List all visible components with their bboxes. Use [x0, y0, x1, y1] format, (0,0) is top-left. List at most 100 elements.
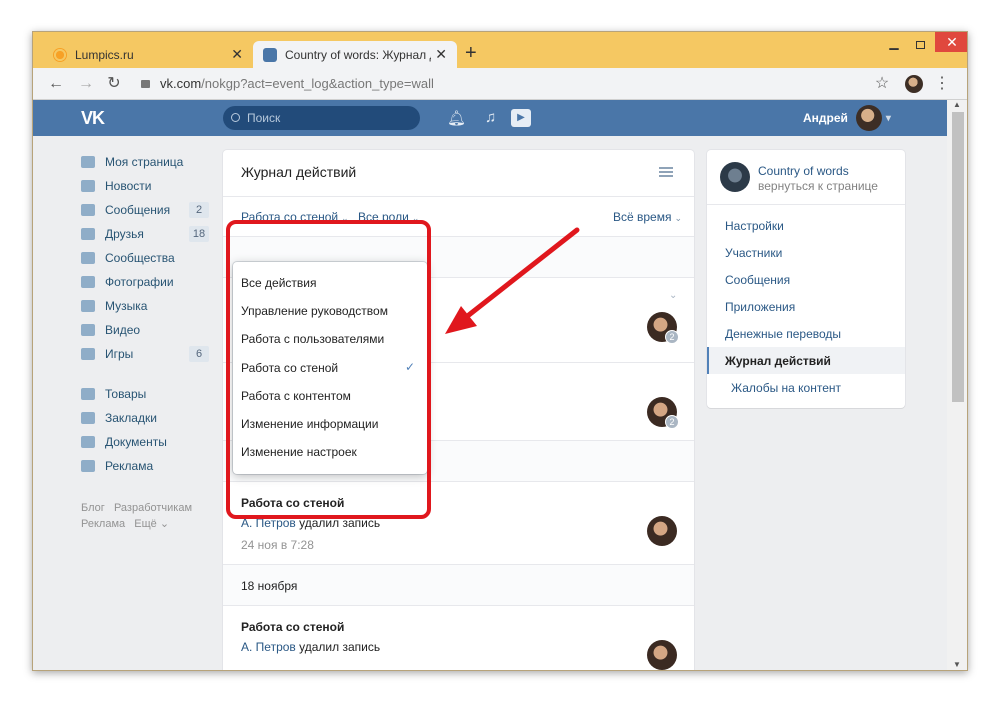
- chevron-down-icon: ⌄: [674, 213, 683, 223]
- dropdown-option[interactable]: Изменение настроек: [233, 437, 427, 465]
- menu-item-news[interactable]: Новости: [81, 174, 211, 198]
- left-menu: Моя страница Новости Сообщения 2 Друзья 18…: [81, 150, 211, 478]
- search-input[interactable]: Поиск: [223, 106, 420, 130]
- entry-user-link[interactable]: А. Петров: [241, 640, 296, 654]
- entry-user-link[interactable]: А. Петров: [241, 516, 296, 530]
- nav-item-messages[interactable]: Сообщения: [707, 266, 905, 293]
- footer-link-developers[interactable]: Разработчикам: [114, 502, 192, 514]
- list-icon[interactable]: [659, 167, 673, 177]
- menu-item-goods[interactable]: Товары: [81, 382, 211, 406]
- option-label: Изменение настроек: [241, 445, 357, 460]
- filter-label: Работа со стеной: [241, 210, 339, 224]
- profile-avatar-icon[interactable]: [903, 73, 925, 95]
- action-type-filter[interactable]: Работа со стеной ⌄: [241, 210, 349, 224]
- avatar[interactable]: [647, 516, 677, 546]
- nav-item-content-reports[interactable]: Жалобы на контент: [707, 374, 905, 401]
- community-nav-card: Country of words вернуться к странице На…: [707, 150, 905, 408]
- star-icon: [81, 412, 95, 424]
- scroll-down-icon[interactable]: ▼: [953, 660, 961, 669]
- user-icon: [81, 228, 95, 240]
- nav-item-money-transfers[interactable]: Денежные переводы: [707, 320, 905, 347]
- gamepad-icon: [81, 348, 95, 360]
- entry-title: Работа со стеной: [241, 496, 345, 510]
- browser-tab-lumpics[interactable]: Lumpics.ru ✕: [43, 41, 253, 68]
- browser-tab-vk[interactable]: Country of words: Журнал дейст ✕: [253, 41, 457, 68]
- url-input[interactable]: vk.com/nokgp?act=event_log&action_type=w…: [133, 72, 863, 96]
- dropdown-option[interactable]: Все действия: [233, 268, 427, 296]
- menu-label: Реклама: [105, 459, 154, 473]
- menu-item-music[interactable]: Музыка: [81, 294, 211, 318]
- count-badge: 2: [665, 330, 679, 344]
- menu-item-bookmarks[interactable]: Закладки: [81, 406, 211, 430]
- tab-close-icon[interactable]: ✕: [435, 46, 447, 63]
- option-label: Все действия: [241, 276, 317, 290]
- count-badge: 2: [665, 415, 679, 429]
- menu-label: Музыка: [105, 299, 148, 313]
- entry-text: А. Петров удалил запись: [241, 516, 380, 530]
- menu-item-communities[interactable]: Сообщества: [81, 246, 211, 270]
- groups-icon: [81, 252, 95, 264]
- menu-item-games[interactable]: Игры 6: [81, 342, 211, 366]
- nav-item-apps[interactable]: Приложения: [707, 293, 905, 320]
- menu-item-photos[interactable]: Фотографии: [81, 270, 211, 294]
- scrollbar[interactable]: ▲ ▼: [947, 100, 967, 670]
- option-label: Работа с пользователями: [241, 332, 385, 347]
- dropdown-option-selected[interactable]: Работа со стеной ✓: [233, 353, 427, 381]
- back-arrow-icon[interactable]: ←: [45, 73, 67, 95]
- dropdown-option[interactable]: Управление руководством: [233, 296, 427, 324]
- vk-page: VK Поиск 🔔︎ ♫ ▶ Андрей ▾ Моя страница Но…: [33, 100, 967, 670]
- menu-label: Видео: [105, 323, 141, 337]
- nav-item-event-log[interactable]: Журнал действий: [707, 347, 905, 374]
- url-path: /nokgp?act=event_log&action_type=wall: [201, 76, 434, 91]
- chevron-down-icon[interactable]: ⌄: [669, 290, 677, 301]
- menu-item-video[interactable]: Видео: [81, 318, 211, 342]
- entry-text: А. Петров удалил запись: [241, 640, 380, 654]
- menu-item-messages[interactable]: Сообщения 2: [81, 198, 211, 222]
- entry-action: удалил запись: [295, 640, 381, 654]
- maximize-icon[interactable]: [905, 36, 935, 52]
- menu-item-ads[interactable]: Реклама: [81, 454, 211, 478]
- menu-label: Товары: [105, 387, 147, 401]
- role-filter[interactable]: Все роли ⌄: [358, 210, 419, 224]
- menu-label: Сообщения: [105, 203, 171, 217]
- dropdown-option[interactable]: Работа с контентом: [233, 381, 427, 409]
- bell-icon[interactable]: 🔔︎: [447, 109, 466, 127]
- url-host: vk.com: [160, 76, 202, 91]
- footer-link-ads[interactable]: Реклама: [81, 518, 125, 530]
- tab-close-icon[interactable]: ✕: [231, 46, 243, 63]
- menu-item-my-page[interactable]: Моя страница: [81, 150, 211, 174]
- community-name[interactable]: Country of words: [758, 164, 849, 178]
- window-close-icon[interactable]: ✕: [935, 32, 967, 52]
- forward-arrow-icon[interactable]: →: [75, 73, 97, 95]
- menu-item-friends[interactable]: Друзья 18: [81, 222, 211, 246]
- time-filter[interactable]: Всё время ⌄: [613, 210, 682, 224]
- music-note-icon: [81, 300, 95, 312]
- shopping-bag-icon: [81, 388, 95, 400]
- music-note-icon[interactable]: ♫: [485, 109, 496, 126]
- browser-menu-icon[interactable]: ⋮: [931, 73, 953, 95]
- footer-link-blog[interactable]: Блог: [81, 502, 105, 514]
- scroll-thumb[interactable]: [952, 112, 964, 402]
- chevron-down-icon: ⌄: [159, 518, 170, 530]
- nav-item-settings[interactable]: Настройки: [707, 212, 905, 239]
- menu-separator: [81, 366, 211, 382]
- avatar[interactable]: [647, 640, 677, 670]
- new-tab-icon[interactable]: +: [465, 42, 477, 65]
- menu-item-documents[interactable]: Документы: [81, 430, 211, 454]
- chevron-down-icon: ⌄: [341, 213, 349, 223]
- user-menu[interactable]: Андрей ▾: [803, 100, 891, 136]
- dropdown-option[interactable]: Работа с пользователями: [233, 324, 427, 352]
- video-play-icon[interactable]: ▶: [511, 109, 531, 127]
- menu-label: Фотографии: [105, 275, 174, 289]
- nav-item-members[interactable]: Участники: [707, 239, 905, 266]
- bookmark-star-icon[interactable]: ☆: [871, 73, 893, 95]
- vk-logo[interactable]: VK: [81, 108, 105, 129]
- community-avatar[interactable]: [720, 162, 750, 192]
- footer-link-more[interactable]: Ещё: [134, 518, 157, 530]
- back-to-page-link[interactable]: вернуться к странице: [758, 179, 878, 193]
- option-label: Изменение информации: [241, 416, 379, 431]
- scroll-up-icon[interactable]: ▲: [953, 100, 961, 109]
- reload-icon[interactable]: ↻: [103, 73, 125, 95]
- dropdown-option[interactable]: Изменение информации: [233, 409, 427, 437]
- menu-label: Закладки: [105, 411, 157, 425]
